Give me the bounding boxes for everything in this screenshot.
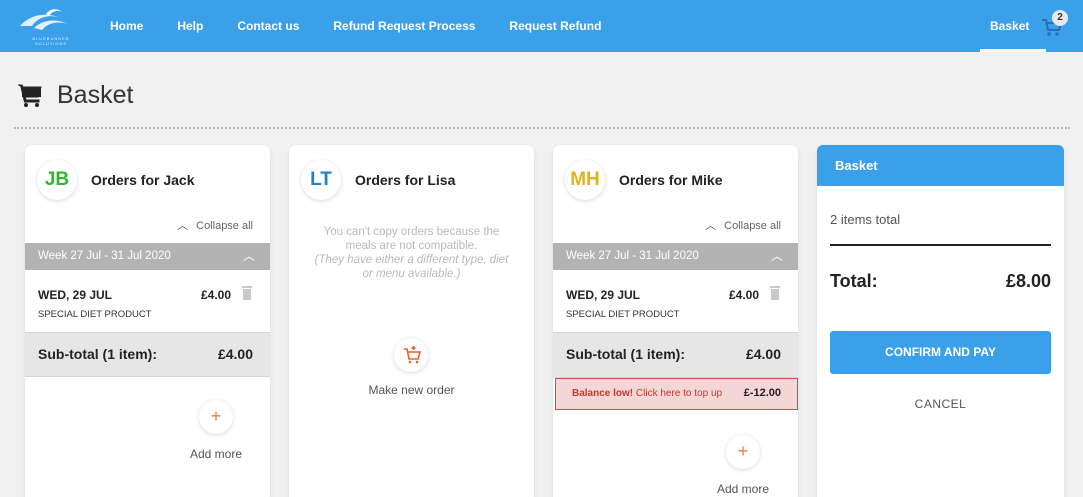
subtotal-value: £4.00 (745, 346, 781, 362)
avatar: JB (37, 160, 77, 200)
trash-icon[interactable] (769, 286, 781, 300)
card-title: Orders for Lisa (355, 172, 456, 188)
order-price: £4.00 (728, 288, 759, 302)
add-more-button[interactable]: + (199, 400, 233, 434)
logo-text: BLUEBUNNER SOLUTIONS (32, 36, 70, 46)
top-up-link[interactable]: Click here to top up (633, 388, 722, 399)
company-logo[interactable]: BLUEBUNNER SOLUTIONS (16, 6, 86, 46)
nav-contact-link[interactable]: Contact us (237, 19, 299, 33)
balance-value: £-12.00 (743, 387, 781, 399)
orders-card-jack: JB Orders for Jack ︿ Collapse all Week 27… (25, 145, 270, 497)
basket-summary-panel: Basket 2 items total Total: £8.00 CONFIR… (817, 145, 1064, 497)
total-value: £8.00 (1005, 271, 1051, 291)
week-header[interactable]: Week 27 Jul - 31 Jul 2020 ︿ (553, 243, 798, 270)
collapse-all-label: Collapse all (196, 220, 253, 232)
total-label: Total: (830, 271, 878, 291)
nav-basket[interactable]: Basket 2 (980, 0, 1068, 52)
orders-card-lisa: LT Orders for Lisa You can't copy orders… (289, 145, 534, 497)
card-header: JB Orders for Jack (37, 158, 195, 202)
add-more-label[interactable]: Add more (693, 482, 793, 496)
product-name: SPECIAL DIET PRODUCT (38, 309, 152, 320)
cancel-button[interactable]: CANCEL (830, 397, 1051, 411)
chevron-up-icon: ︿ (770, 249, 783, 263)
chevron-up-icon: ︿ (705, 220, 717, 232)
trash-icon[interactable] (241, 286, 253, 300)
notice-text: You can't copy orders because the meals … (323, 226, 500, 252)
confirm-and-pay-button[interactable]: CONFIRM AND PAY (830, 331, 1051, 374)
basket-count-badge: 2 (1052, 10, 1068, 26)
basket-panel-header: Basket (817, 145, 1064, 186)
nav-basket-label: Basket (990, 19, 1030, 33)
collapse-all-button[interactable]: ︿ Collapse all (177, 217, 253, 233)
card-header: LT Orders for Lisa (301, 158, 455, 202)
balance-message: Balance low! Click here to top up (572, 388, 722, 399)
card-title: Orders for Mike (619, 172, 723, 188)
order-price: £4.00 (200, 288, 231, 302)
order-day: WED, 29 JUL (38, 288, 113, 302)
orders-card-mike: MH Orders for Mike ︿ Collapse all Week 27… (553, 145, 798, 497)
notice-detail: (They have either a different type, diet… (314, 254, 509, 280)
page-title: Basket (57, 80, 134, 109)
balance-low-alert[interactable]: Balance low! Click here to top up £-12.0… (555, 378, 798, 410)
card-header: MH Orders for Mike (565, 158, 722, 202)
week-label: Week 27 Jul - 31 Jul 2020 (566, 250, 699, 262)
order-day: WED, 29 JUL (566, 288, 641, 302)
subtotal-row: Sub-total (1 item): £4.00 (553, 332, 798, 378)
subtotal-value: £4.00 (217, 346, 253, 362)
items-total: 2 items total (830, 212, 901, 227)
top-nav: BLUEBUNNER SOLUTIONS Home Help Contact u… (0, 0, 1083, 52)
week-label: Week 27 Jul - 31 Jul 2020 (38, 250, 171, 262)
collapse-all-button[interactable]: ︿ Collapse all (705, 217, 781, 233)
subtotal-label: Sub-total (1 item): (566, 346, 685, 362)
nav-home-link[interactable]: Home (110, 19, 143, 33)
collapse-all-label: Collapse all (724, 220, 781, 232)
nav-help-link[interactable]: Help (177, 19, 203, 33)
avatar: MH (565, 160, 605, 200)
logo-swoosh-icon (20, 9, 68, 30)
subtotal-row: Sub-total (1 item): £4.00 (25, 332, 270, 377)
avatar: LT (301, 160, 341, 200)
chevron-up-icon: ︿ (242, 249, 255, 263)
shopping-cart-icon (18, 84, 42, 107)
cart-plus-icon (404, 346, 422, 364)
card-title: Orders for Jack (91, 172, 195, 188)
add-more-label[interactable]: Add more (166, 447, 266, 461)
product-name: SPECIAL DIET PRODUCT (566, 309, 680, 320)
make-new-order-button[interactable] (394, 338, 428, 372)
nav-refund-process-link[interactable]: Refund Request Process (333, 19, 475, 33)
balance-low-label: Balance low! (572, 388, 634, 399)
incompatible-notice: You can't copy orders because the meals … (314, 225, 509, 281)
week-header[interactable]: Week 27 Jul - 31 Jul 2020 ︿ (25, 243, 270, 270)
subtotal-label: Sub-total (1 item): (38, 346, 157, 362)
nav-request-refund-link[interactable]: Request Refund (509, 19, 601, 33)
nav-links: Home Help Contact us Refund Request Proc… (110, 0, 635, 52)
page-heading: Basket (17, 78, 133, 112)
heading-divider (14, 127, 1070, 129)
add-more-button[interactable]: + (726, 435, 760, 469)
make-new-order-label[interactable]: Make new order (289, 383, 534, 397)
basket-divider (830, 244, 1051, 246)
chevron-up-icon: ︿ (177, 220, 189, 232)
